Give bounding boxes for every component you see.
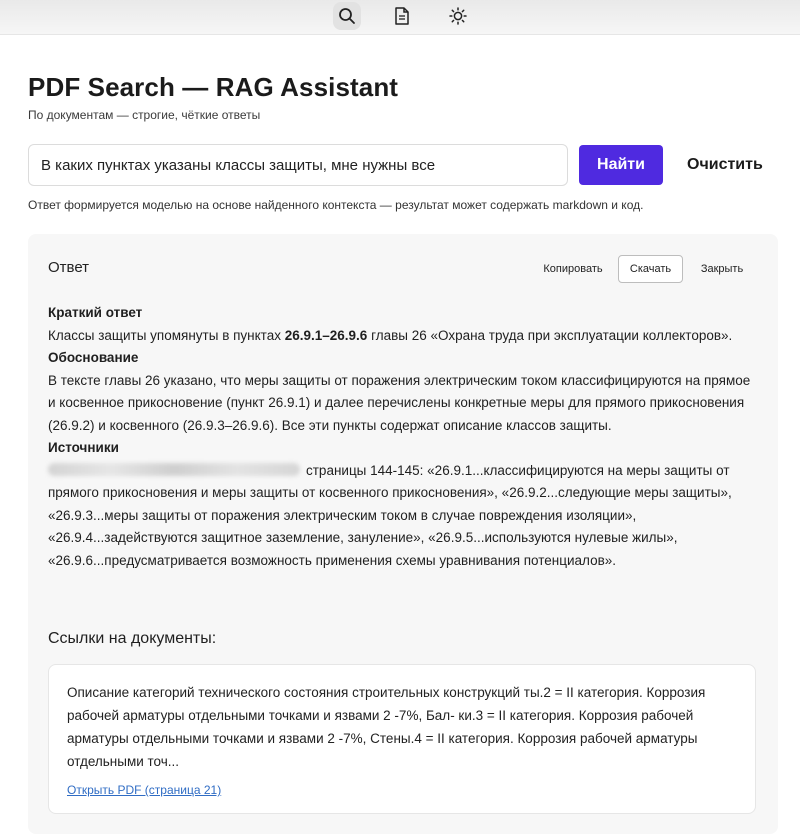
sources-heading: Источники	[48, 440, 119, 455]
clear-button[interactable]: Очистить	[680, 145, 770, 185]
search-icon[interactable]	[333, 2, 361, 30]
answer-body: Краткий ответ Классы защиты упомянуты в …	[48, 302, 758, 572]
document-icon[interactable]	[388, 2, 416, 30]
search-input[interactable]	[28, 144, 568, 186]
copy-button[interactable]: Копировать	[534, 255, 612, 283]
page-subtitle: По документам — строгие, чёткие ответы	[28, 108, 261, 122]
page-title: PDF Search — RAG Assistant	[28, 72, 399, 102]
search-button[interactable]: Найти	[579, 145, 663, 185]
reference-card: Описание категорий технического состояни…	[48, 664, 756, 814]
reference-snippet: Описание категорий технического состояни…	[67, 685, 706, 769]
sources-text: страницы 144-145: «26.9.1...классифициру…	[48, 462, 732, 568]
close-button[interactable]: Закрыть	[694, 255, 750, 283]
reason-heading: Обоснование	[48, 350, 139, 365]
open-pdf-link[interactable]: Открыть PDF (страница 21)	[67, 783, 737, 797]
redacted-filename	[48, 462, 300, 476]
sun-icon[interactable]	[444, 2, 472, 30]
summary-points: 26.9.1–26.9.6	[284, 327, 368, 343]
summary-heading: Краткий ответ	[48, 305, 143, 320]
references-title: Ссылки на документы:	[48, 630, 217, 647]
answer-title: Ответ	[48, 259, 90, 276]
download-button[interactable]: Скачать	[618, 255, 683, 283]
search-hint: Ответ формируется моделью на основе найд…	[28, 198, 644, 212]
reason-text: В тексте главы 26 указано, что меры защи…	[48, 372, 751, 433]
answer-panel: Ответ Копировать Скачать Закрыть Краткий…	[28, 234, 778, 834]
summary-text: Классы защиты упомянуты в пунктах 26.9.1…	[48, 327, 733, 343]
top-toolbar	[0, 0, 800, 35]
